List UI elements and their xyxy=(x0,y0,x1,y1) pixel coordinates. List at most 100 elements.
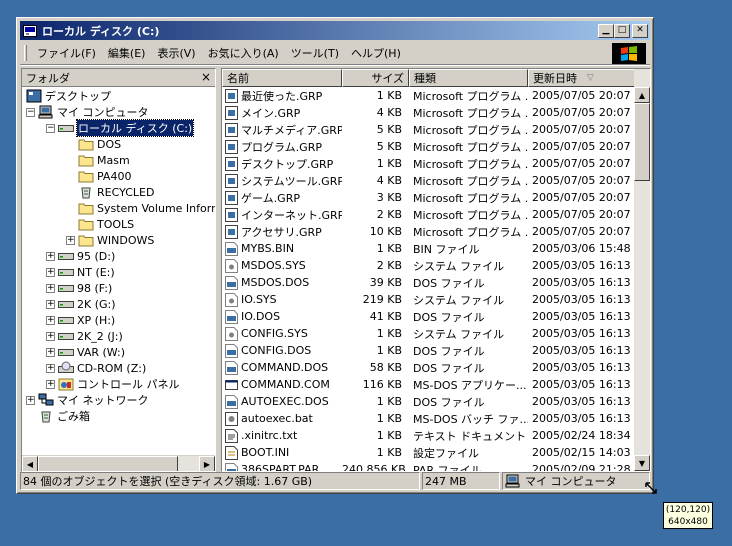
file-row[interactable]: CONFIG.DOS 1 KB DOS ファイル 2005/03/05 16:13 xyxy=(222,342,635,359)
tree-node[interactable]: Masm xyxy=(66,152,130,168)
menu-file[interactable]: ファイル(F) xyxy=(31,45,102,61)
tree-node[interactable]: + コントロール パネル xyxy=(46,376,180,392)
menu-help[interactable]: ヘルプ(H) xyxy=(345,45,407,61)
file-row[interactable]: デスクトップ.GRP 1 KB Microsoft プログラム ... 2005/07… xyxy=(222,155,635,172)
grp-file-icon xyxy=(225,173,241,188)
menu-edit[interactable]: 編集(E) xyxy=(102,45,152,61)
column-modified[interactable]: 更新日時 ▽ xyxy=(528,69,635,87)
file-row[interactable]: プログラム.GRP 5 KB Microsoft プログラム ... 2005/07/… xyxy=(222,138,635,155)
tree-expander-icon[interactable]: + xyxy=(26,395,35,405)
tree-expander-icon[interactable]: + xyxy=(46,299,55,309)
minimize-button[interactable]: ▁ xyxy=(598,23,614,38)
file-row[interactable]: CONFIG.SYS 1 KB システム ファイル 2005/03/05 16:13 xyxy=(222,325,635,342)
file-row[interactable]: 386SPART.PAR 240,856 KB PAR ファイル 2005/02/09… xyxy=(222,461,635,472)
resize-grip-icon[interactable] xyxy=(644,481,658,495)
tree-expander-icon[interactable]: + xyxy=(46,347,55,357)
tree-node[interactable]: + マイ ネットワーク xyxy=(26,392,149,408)
maximize-button[interactable]: □ xyxy=(614,23,630,38)
file-row[interactable]: アクセサリ.GRP 10 KB Microsoft プログラム ... 2005/07… xyxy=(222,223,635,240)
file-name: COMMAND.DOS xyxy=(241,361,329,374)
file-modified: 2005/02/09 21:28 xyxy=(532,463,631,472)
file-row[interactable]: インターネット.GRP 2 KB Microsoft プログラム ... 2005/0… xyxy=(222,206,635,223)
file-row[interactable]: MYBS.BIN 1 KB BIN ファイル 2005/03/06 15:48 xyxy=(222,240,635,257)
tree-expander-icon[interactable]: + xyxy=(46,267,55,277)
column-type-label: 種類 xyxy=(414,72,436,85)
file-row[interactable]: ゲーム.GRP 3 KB Microsoft プログラム ... 2005/07/05… xyxy=(222,189,635,206)
folder-icon xyxy=(78,153,97,167)
tree-node[interactable]: + CD-ROM (Z:) xyxy=(46,360,146,376)
tree-node[interactable]: PA400 xyxy=(66,168,131,184)
tree-node[interactable]: + WINDOWS xyxy=(66,232,154,248)
column-size[interactable]: サイズ xyxy=(342,69,409,87)
tree-expander-icon[interactable]: + xyxy=(46,379,55,389)
file-row[interactable]: COMMAND.COM 116 KB MS-DOS アプリケー... 2005/03/… xyxy=(222,376,635,393)
recycle-bin-icon xyxy=(78,185,97,199)
file-row[interactable]: MSDOS.DOS 39 KB DOS ファイル 2005/03/05 16:13 xyxy=(222,274,635,291)
my-computer-icon xyxy=(38,105,57,119)
tree-node[interactable]: − マイ コンピュータ xyxy=(26,104,149,120)
file-row[interactable]: autoexec.bat 1 KB MS-DOS バッチ ファ... 2005/03/… xyxy=(222,410,635,427)
menu-grip[interactable] xyxy=(24,45,27,61)
tree-node-label: Masm xyxy=(97,153,130,167)
close-button[interactable]: ✕ xyxy=(632,23,648,38)
file-row[interactable]: マルチメディア.GRP 5 KB Microsoft プログラム ... 2005/0… xyxy=(222,121,635,138)
file-row[interactable]: AUTOEXEC.DOS 1 KB DOS ファイル 2005/03/05 16:13 xyxy=(222,393,635,410)
menu-tools[interactable]: ツール(T) xyxy=(285,45,345,61)
tree-expander-icon[interactable]: + xyxy=(46,331,55,341)
list-scroll-thumb[interactable] xyxy=(634,103,650,181)
tree-node[interactable]: + NT (E:) xyxy=(46,264,115,280)
column-type[interactable]: 種類 xyxy=(409,69,528,87)
tree-scroll-thumb[interactable] xyxy=(38,456,178,471)
column-modified-label: 更新日時 xyxy=(533,72,577,85)
tree-expander-icon[interactable]: + xyxy=(46,283,55,293)
file-type: Microsoft プログラム ... xyxy=(413,208,528,222)
tree-node[interactable]: RECYCLED xyxy=(66,184,154,200)
network-icon xyxy=(38,393,57,407)
file-size: 10 KB xyxy=(369,225,402,238)
file-row[interactable]: IO.DOS 41 KB DOS ファイル 2005/03/05 16:13 xyxy=(222,308,635,325)
scroll-up-button[interactable]: ▲ xyxy=(634,87,650,103)
tree-expander-icon[interactable]: + xyxy=(66,235,75,245)
file-row[interactable]: BOOT.INI 1 KB 設定ファイル 2005/02/15 14:03 xyxy=(222,444,635,461)
tree-node[interactable]: +95 (D:) xyxy=(46,248,115,264)
tree-node[interactable]: デスクトップ xyxy=(26,88,111,104)
tree-expander-icon[interactable]: − xyxy=(26,107,35,117)
tree-expander-icon[interactable]: − xyxy=(46,123,55,133)
scroll-left-button[interactable]: ◀ xyxy=(22,456,38,471)
tree-expander-icon[interactable]: + xyxy=(46,251,55,261)
file-name-cell: .xinitrc.txt xyxy=(222,428,342,443)
tree-expander-icon[interactable]: + xyxy=(46,315,55,325)
tree-node[interactable]: TOOLS xyxy=(66,216,134,232)
file-type: Microsoft プログラム ... xyxy=(413,140,528,154)
list-vertical-scrollbar[interactable]: ▲ ▼ xyxy=(634,69,650,471)
tree-node[interactable]: ごみ箱 xyxy=(26,408,90,424)
folder-pane-header: フォルダ × xyxy=(22,69,215,87)
folder-pane-close-icon[interactable]: × xyxy=(201,70,211,84)
file-row[interactable]: COMMAND.DOS 58 KB DOS ファイル 2005/03/05 16:13 xyxy=(222,359,635,376)
scroll-down-button[interactable]: ▼ xyxy=(634,455,650,471)
file-row[interactable]: システムツール.GRP 4 KB Microsoft プログラム ... 2005/0… xyxy=(222,172,635,189)
tree-node[interactable]: + XP (H:) xyxy=(46,312,115,328)
file-size: 1 KB xyxy=(376,242,402,255)
column-name[interactable]: 名前 xyxy=(222,69,342,87)
menu-favorites[interactable]: お気に入り(A) xyxy=(202,45,285,61)
file-type: Microsoft プログラム ... xyxy=(413,106,528,120)
tree-node-label: WINDOWS xyxy=(97,233,155,247)
file-row[interactable]: メイン.GRP 4 KB Microsoft プログラム ... 2005/07/05… xyxy=(222,104,635,121)
tree-node[interactable]: + VAR (W:) xyxy=(46,344,125,360)
tree-node[interactable]: System Volume Information xyxy=(66,200,215,216)
tree-horizontal-scrollbar[interactable]: ◀ ▶ xyxy=(22,455,215,471)
file-row[interactable]: .xinitrc.txt 1 KB テキスト ドキュメント 2005/02/24 18… xyxy=(222,427,635,444)
file-row[interactable]: 最近使った.GRP 1 KB Microsoft プログラム ... 2005/07/… xyxy=(222,87,635,104)
file-row[interactable]: IO.SYS 219 KB システム ファイル 2005/03/05 16:13 xyxy=(222,291,635,308)
scroll-right-button[interactable]: ▶ xyxy=(199,456,215,471)
tree-node[interactable]: − ローカル ディスク (C:) xyxy=(46,119,195,137)
title-bar[interactable]: ローカル ディスク (C:) ▁ □ ✕ xyxy=(20,21,650,40)
tree-node[interactable]: +2K (G:) xyxy=(46,296,116,312)
tree-expander-icon[interactable]: + xyxy=(46,363,55,373)
file-row[interactable]: MSDOS.SYS 2 KB システム ファイル 2005/03/05 16:13 xyxy=(222,257,635,274)
tree-node[interactable]: +98 (F:) xyxy=(46,280,112,296)
tree-node[interactable]: DOS xyxy=(66,136,121,152)
tree-node[interactable]: +2K_2 (J:) xyxy=(46,328,123,344)
menu-view[interactable]: 表示(V) xyxy=(151,45,201,61)
